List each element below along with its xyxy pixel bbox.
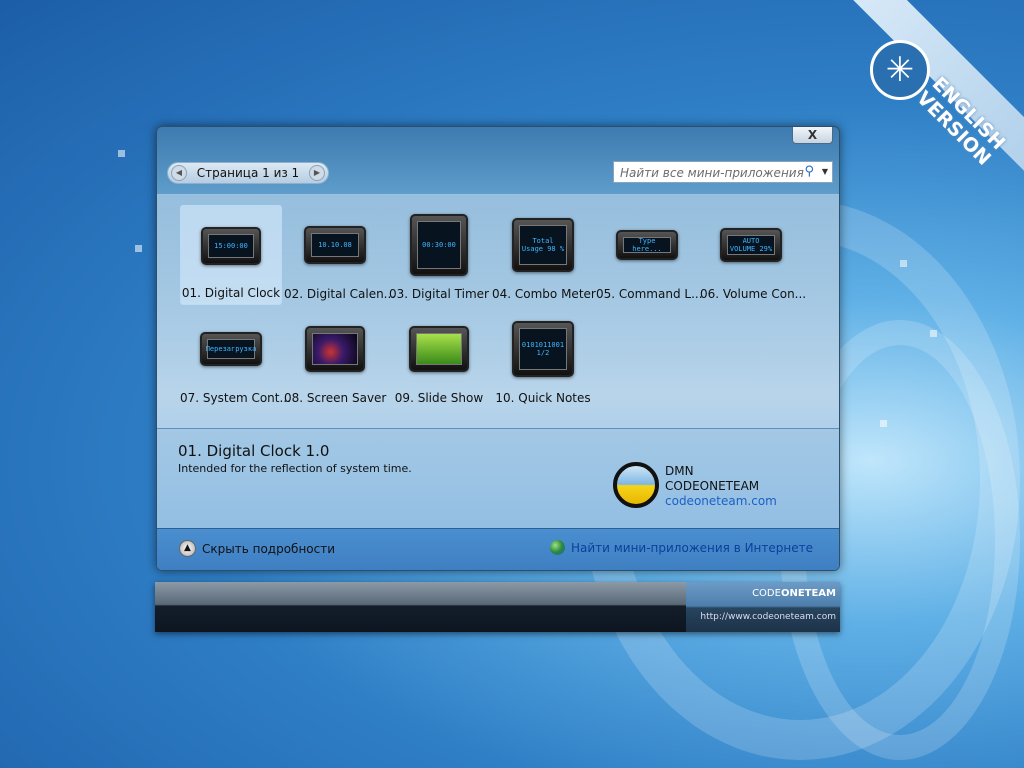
page-navigator: ◀ Страница 1 из 1 ▶	[167, 162, 329, 184]
gadget-gallery-window: X ◀ Страница 1 из 1 ▶ Найти все мини-при…	[156, 126, 840, 571]
search-placeholder: Найти все мини-приложения	[620, 166, 804, 180]
bottom-bar: ▲ Скрыть подробности Найти мини-приложен…	[157, 528, 839, 570]
gadget-thumbnail: 15:00:00	[201, 227, 261, 265]
gadget-thumbnail: Type here...	[616, 230, 678, 260]
gadget-description: Intended for the reflection of system ti…	[178, 462, 412, 475]
banner-left	[155, 582, 686, 632]
publisher-info: DMN CODEONETEAM codeoneteam.com	[665, 464, 777, 509]
gadget-label: 09. Slide Show	[394, 391, 484, 405]
search-input[interactable]: Найти все мини-приложения ⚲ ▼	[613, 161, 833, 183]
chevron-up-icon: ▲	[179, 540, 196, 557]
get-online-label: Найти мини-приложения в Интернете	[570, 540, 813, 555]
chevron-left-icon[interactable]: ◀	[171, 165, 187, 181]
gadget-thumbnail: 10.10.08	[304, 226, 366, 264]
gadget-label: 06. Volume Con...	[700, 287, 807, 301]
gadget-screen	[416, 333, 462, 365]
gadget-label: 01. Digital Clock	[181, 286, 281, 300]
gadget-thumbnail: Total Usage 98 %	[512, 218, 574, 272]
gadget-item[interactable]: 08. Screen Saver	[284, 309, 386, 409]
gadget-item[interactable]: Total Usage 98 % 04. Combo Meter	[492, 205, 596, 305]
page-label: Страница 1 из 1	[196, 166, 300, 180]
gadget-item[interactable]: 10.10.08 02. Digital Calen...	[284, 205, 396, 305]
wallpaper-square	[900, 260, 907, 267]
gadget-label: 04. Combo Meter	[492, 287, 596, 301]
gadget-thumbnail	[409, 326, 469, 372]
banner-brand: CODEONETEAM	[752, 588, 836, 599]
gadget-screen: 15:00:00	[208, 234, 254, 258]
gadget-label: 08. Screen Saver	[284, 391, 387, 405]
gadget-screen: 00:30:00	[417, 221, 461, 269]
chevron-right-icon[interactable]: ▶	[309, 165, 325, 181]
gadget-thumbnail: 00:30:00	[410, 214, 468, 276]
chevron-down-icon[interactable]: ▼	[822, 167, 828, 176]
close-button[interactable]: X	[792, 127, 833, 144]
globe-icon	[549, 540, 565, 555]
publisher-company: CODEONETEAM	[665, 479, 760, 493]
gadget-thumbnail: Перезагрузка	[200, 332, 262, 366]
gadget-screen: Перезагрузка	[206, 339, 256, 359]
gadget-item[interactable]: Type here... 05. Command L...	[596, 205, 703, 305]
codeoneteam-banner: CODEONETEAM http://www.codeoneteam.com	[155, 582, 840, 632]
get-gadgets-online-link[interactable]: Найти мини-приложения в Интернете	[549, 540, 813, 555]
gadget-item[interactable]: 09. Slide Show	[388, 309, 490, 409]
gadget-screen: 10.10.08	[311, 233, 359, 257]
gadget-label: 03. Digital Timer	[389, 287, 489, 301]
gadget-label: 02. Digital Calen...	[284, 287, 396, 301]
gadget-item[interactable]: Перезагрузка 07. System Cont...	[180, 309, 291, 409]
wallpaper-square	[880, 420, 887, 427]
gadget-screen	[312, 333, 358, 365]
gadget-thumbnail: 0101011001 1/2	[512, 321, 574, 377]
publisher-logo	[613, 462, 659, 508]
hide-details-label: Скрыть подробности	[202, 541, 336, 556]
wallpaper-square	[930, 330, 937, 337]
banner-url[interactable]: http://www.codeoneteam.com	[686, 612, 836, 622]
wallpaper-square	[135, 245, 142, 252]
gadget-screen: 0101011001 1/2	[519, 328, 567, 370]
gadget-screen: Total Usage 98 %	[519, 225, 567, 265]
gadget-item[interactable]: 15:00:00 01. Digital Clock	[180, 205, 282, 305]
publisher-name: DMN	[665, 464, 694, 478]
uk-flag-icon: ✳	[870, 40, 930, 100]
gadget-thumbnail: AUTO VOLUME 29%	[720, 228, 782, 262]
search-icon[interactable]: ⚲	[804, 164, 814, 179]
details-pane: 01. Digital Clock 1.0 Intended for the r…	[157, 429, 839, 528]
gadget-label: 10. Quick Notes	[495, 391, 591, 405]
wallpaper-square	[118, 150, 125, 157]
gadget-item[interactable]: 0101011001 1/2 10. Quick Notes	[492, 309, 594, 409]
hide-details-button[interactable]: ▲ Скрыть подробности	[179, 540, 335, 557]
gadget-title: 01. Digital Clock 1.0	[178, 442, 330, 460]
publisher-link[interactable]: codeoneteam.com	[665, 494, 777, 508]
gadget-label: 07. System Cont...	[180, 391, 291, 405]
gadget-thumbnail	[305, 326, 365, 372]
gadget-screen: AUTO VOLUME 29%	[727, 235, 775, 255]
gadget-label: 05. Command L...	[596, 287, 703, 301]
gadget-screen: Type here...	[623, 237, 671, 253]
banner-right: CODEONETEAM http://www.codeoneteam.com	[686, 582, 840, 632]
gadget-item[interactable]: AUTO VOLUME 29% 06. Volume Con...	[700, 205, 807, 305]
gadget-grid: 15:00:00 01. Digital Clock 10.10.08 02. Dig…	[157, 194, 839, 429]
gadget-item[interactable]: 00:30:00 03. Digital Timer	[388, 205, 490, 305]
